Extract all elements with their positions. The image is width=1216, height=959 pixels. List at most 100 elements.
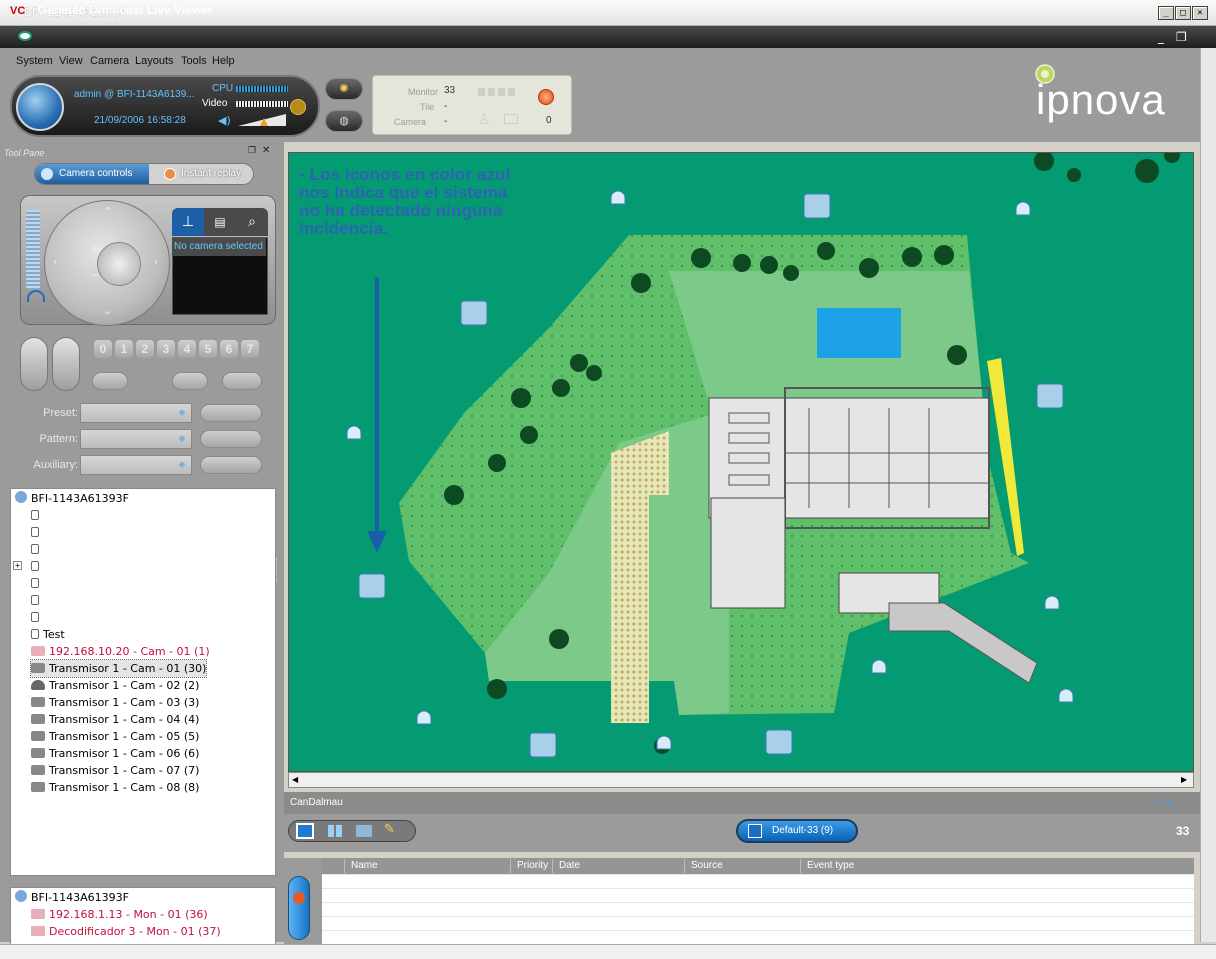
- auxiliary-actions[interactable]: [200, 456, 262, 474]
- monitor-item[interactable]: Decodificador 3 - Mon - 01 (37): [31, 923, 221, 940]
- zoom-out-icon[interactable]: −: [90, 268, 100, 282]
- tree-item[interactable]: [31, 575, 43, 592]
- menu-system[interactable]: System: [16, 55, 53, 67]
- ptz-center-button[interactable]: [97, 242, 141, 286]
- single-tile-icon[interactable]: [296, 823, 314, 839]
- pane-restore-icon[interactable]: ❐: [248, 146, 256, 156]
- menu-tools[interactable]: Tools: [181, 55, 207, 67]
- tree-item[interactable]: Transmisor 1 - Cam - 04 (4): [31, 711, 199, 728]
- auxiliary-dropdown-icon[interactable]: ◆: [172, 455, 192, 475]
- user-avatar-icon[interactable]: [16, 83, 64, 131]
- map-annotation: - Los iconos en color azul nos indica qu…: [299, 166, 510, 238]
- edit-pencil-icon[interactable]: ✎: [384, 822, 395, 837]
- tree-item[interactable]: Transmisor 1 - Cam - 05 (5): [31, 728, 199, 745]
- zoom-in-icon[interactable]: +: [90, 242, 100, 256]
- bottom-scrollbar[interactable]: [0, 944, 1216, 959]
- close-button[interactable]: ×: [1192, 6, 1208, 20]
- preset-key-4[interactable]: 4: [178, 340, 196, 358]
- zoom-slider[interactable]: [26, 210, 40, 290]
- snapshot-button[interactable]: ✺: [325, 78, 363, 100]
- col-event-type[interactable]: Event type: [800, 859, 940, 873]
- folder-icon: [504, 114, 518, 124]
- tree-item[interactable]: Transmisor 1 - Cam - 06 (6): [31, 745, 199, 762]
- monitor-tree[interactable]: BFI-1143A61393F 192.168.1.13 - Mon - 01 …: [10, 887, 276, 945]
- menu-view[interactable]: View: [59, 55, 83, 67]
- event-toggle-button[interactable]: [288, 876, 310, 940]
- volume-icon[interactable]: ◀): [218, 114, 231, 127]
- preset-key-5[interactable]: 5: [199, 340, 217, 358]
- tree-item[interactable]: Test: [31, 626, 65, 643]
- event-table[interactable]: [322, 874, 1194, 944]
- map-view[interactable]: [288, 152, 1194, 772]
- monitor-tree-root[interactable]: BFI-1143A61393F: [15, 889, 129, 906]
- joystick-tab-icon[interactable]: ⊥: [172, 208, 204, 236]
- preset-key-6[interactable]: 6: [220, 340, 238, 358]
- ptz-left-icon[interactable]: ‹: [53, 255, 57, 268]
- camera-icon: [31, 646, 45, 656]
- splitter-handle[interactable]: [276, 558, 282, 582]
- alarm-icon[interactable]: [538, 89, 554, 105]
- alert-icon[interactable]: [290, 99, 306, 115]
- expand-icon[interactable]: +: [13, 561, 22, 570]
- map-horizontal-scrollbar[interactable]: [288, 772, 1194, 788]
- tree-item[interactable]: 192.168.10.20 - Cam - 01 (1): [31, 643, 210, 660]
- preset-actions[interactable]: [200, 404, 262, 422]
- col-name[interactable]: Name: [344, 859, 510, 873]
- tree-item[interactable]: Transmisor 1 - Cam - 02 (2): [31, 677, 199, 694]
- vertical-scrollbar[interactable]: [1200, 48, 1216, 942]
- list-tab-icon[interactable]: ▤: [204, 208, 236, 236]
- app-restore-button[interactable]: ❐: [1176, 30, 1187, 44]
- scroll-right-icon[interactable]: ▶: [1181, 775, 1187, 784]
- col-priority[interactable]: Priority: [510, 859, 552, 873]
- tree-item-label: Transmisor 1 - Cam - 03 (3): [49, 696, 200, 709]
- tree-item[interactable]: [31, 541, 43, 558]
- annotation-line: incidencia.: [299, 219, 388, 238]
- globe-icon: [15, 890, 27, 902]
- tree-item[interactable]: [31, 558, 43, 575]
- minimize-button[interactable]: _: [1158, 6, 1174, 20]
- scroll-left-icon[interactable]: ◀: [292, 775, 298, 784]
- tree-item[interactable]: Transmisor 1 - Cam - 01 (30): [29, 659, 208, 678]
- volume-slider[interactable]: [238, 112, 286, 128]
- pattern-dropdown-icon[interactable]: ◆: [172, 429, 192, 449]
- tree-item[interactable]: Transmisor 1 - Cam - 08 (8): [31, 779, 199, 796]
- preset-key-0[interactable]: 0: [94, 340, 112, 358]
- grid-tile-icon[interactable]: [328, 825, 342, 837]
- home-button[interactable]: [92, 372, 128, 390]
- col-source[interactable]: Source: [684, 859, 800, 873]
- tree-item[interactable]: [31, 507, 43, 524]
- palette-button[interactable]: ◍: [325, 110, 363, 132]
- monitor-tile-icon[interactable]: [356, 825, 372, 837]
- tree-item[interactable]: [31, 592, 43, 609]
- ptz-up-icon[interactable]: ⌃: [103, 205, 112, 218]
- iris-open-button[interactable]: [20, 337, 48, 391]
- pattern-actions[interactable]: [200, 430, 262, 448]
- pane-close-icon[interactable]: ✕: [262, 145, 270, 156]
- preset-key-1[interactable]: 1: [115, 340, 133, 358]
- search-tab-icon[interactable]: ⌕: [236, 208, 268, 236]
- app-minimize-button[interactable]: _: [1158, 30, 1164, 44]
- tree-item-label: Test: [43, 628, 65, 641]
- preset-key-3[interactable]: 3: [157, 340, 175, 358]
- col-date[interactable]: Date: [552, 859, 684, 873]
- menu-layouts[interactable]: Layouts: [135, 55, 174, 67]
- preset-key-2[interactable]: 2: [136, 340, 154, 358]
- menu-help[interactable]: Help: [212, 55, 235, 67]
- map-nav-arrows-icon[interactable]: ‹ ›: [1156, 795, 1171, 810]
- monitor-item[interactable]: 192.168.1.13 - Mon - 01 (36): [31, 906, 208, 923]
- ptz-down-icon[interactable]: ⌄: [103, 304, 112, 317]
- maximize-button[interactable]: □: [1175, 6, 1191, 20]
- ptz-right-icon[interactable]: ›: [154, 255, 158, 268]
- menu-camera[interactable]: Camera: [90, 55, 129, 67]
- preset-dropdown-icon[interactable]: ◆: [172, 403, 192, 423]
- tree-root[interactable]: BFI-1143A61393F: [15, 490, 129, 507]
- preset-key-7[interactable]: 7: [241, 340, 259, 358]
- tree-item[interactable]: Transmisor 1 - Cam - 07 (7): [31, 762, 199, 779]
- chat-button[interactable]: [172, 372, 208, 390]
- iris-close-button[interactable]: [52, 337, 80, 391]
- tree-item[interactable]: [31, 524, 43, 541]
- tree-item[interactable]: [31, 609, 43, 626]
- lock-button[interactable]: [222, 372, 262, 390]
- tree-item[interactable]: Transmisor 1 - Cam - 03 (3): [31, 694, 199, 711]
- entity-tree[interactable]: BFI-1143A61393F + Test 192.168.10.20 - Cam…: [10, 488, 276, 876]
